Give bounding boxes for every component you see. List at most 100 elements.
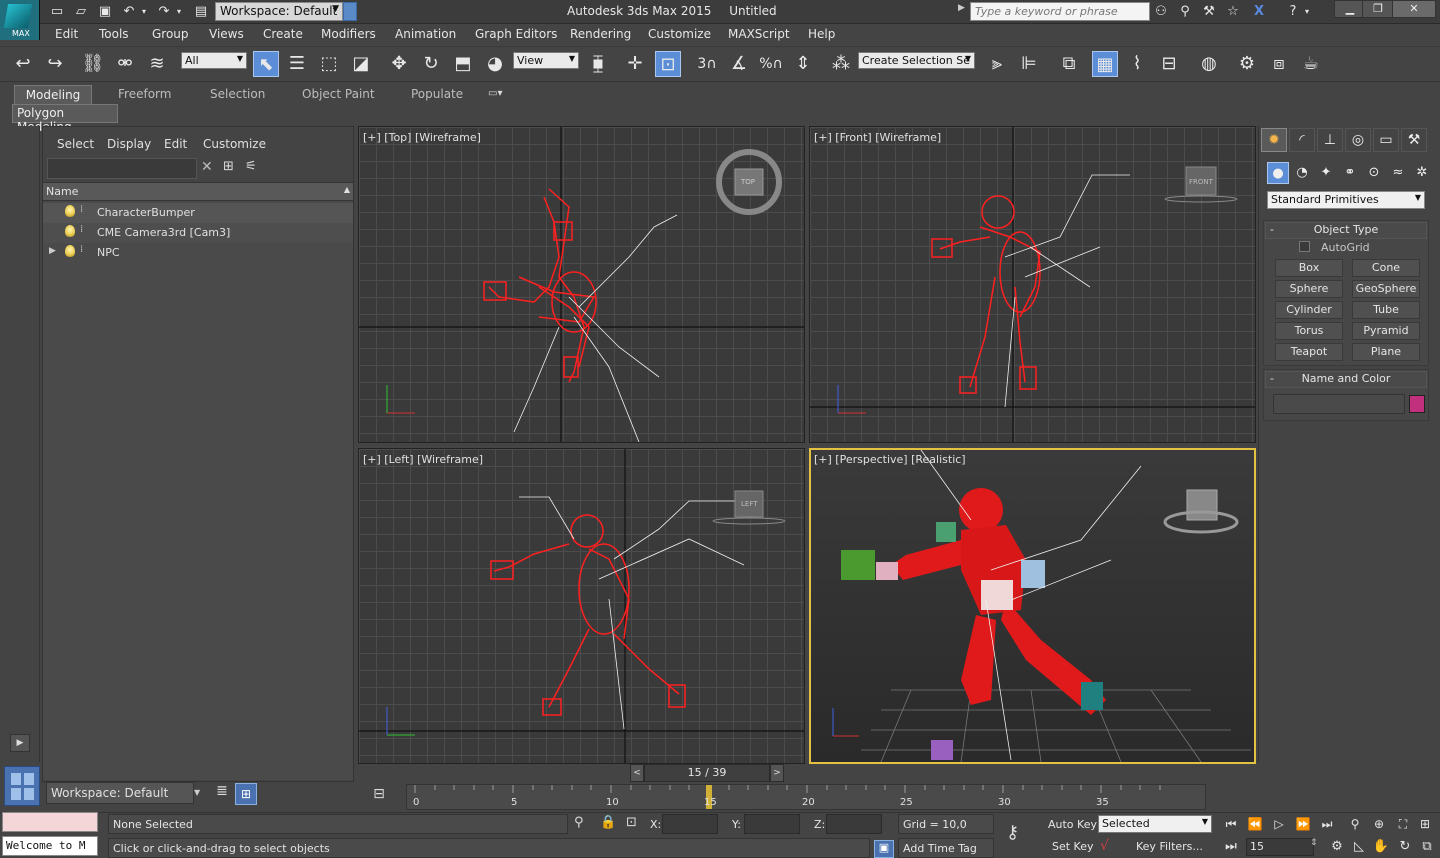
schematic-view-icon[interactable]: ⊟	[1156, 51, 1182, 77]
manipulate-icon[interactable]: ✛	[622, 51, 648, 77]
plane-button[interactable]: Plane	[1352, 343, 1420, 361]
explorer-menu-display[interactable]: Display	[107, 137, 151, 151]
rectangle-region-icon[interactable]: ⬚	[316, 51, 342, 77]
menu-animation[interactable]: Animation	[395, 27, 456, 41]
object-type-rollout-header[interactable]: - Object Type	[1265, 222, 1427, 239]
track-bar[interactable]: 0 5 10 15 20 25 30 35	[406, 784, 1206, 810]
category-dropdown[interactable]: Standard Primitives ▼	[1267, 191, 1425, 209]
explorer-menu-edit[interactable]: Edit	[164, 137, 187, 151]
explorer-menu-select[interactable]: Select	[57, 137, 94, 151]
auto-key-button[interactable]: Auto Key	[1048, 818, 1097, 831]
undo-icon[interactable]: ↶	[120, 3, 138, 21]
communication-icon[interactable]: ⚒	[1200, 3, 1218, 21]
curve-editor-icon[interactable]: ⌇	[1124, 51, 1150, 77]
light-bulb-icon[interactable]	[65, 245, 75, 257]
menu-maxscript[interactable]: MAXScript	[728, 27, 790, 41]
goto-end-icon[interactable]: ⏭	[1316, 815, 1338, 833]
zoom-all-icon[interactable]: ⊕	[1368, 815, 1390, 833]
list-item[interactable]: ⁞ CME Camera3rd [Cam3]	[43, 223, 353, 243]
list-item[interactable]: ▶ ⁞ NPC	[43, 243, 353, 263]
isolate-selection-icon[interactable]: ⚲	[574, 815, 590, 830]
z-coordinate-input[interactable]	[826, 814, 882, 834]
key-filters-button[interactable]: Key Filters...	[1136, 840, 1203, 853]
orbit-icon[interactable]: ↻	[1394, 838, 1416, 856]
next-frame-icon[interactable]: ⏩	[1292, 815, 1314, 833]
torus-button[interactable]: Torus	[1275, 322, 1343, 340]
menu-create[interactable]: Create	[263, 27, 303, 41]
render-teapot-icon[interactable]: ☕	[1298, 51, 1324, 77]
motion-tab-icon[interactable]: ◎	[1345, 128, 1371, 152]
rendered-frame-window-icon[interactable]: ⧈	[1266, 51, 1292, 77]
viewport-label[interactable]: [+] [Left] [Wireframe]	[363, 453, 483, 466]
placement-icon[interactable]: ◕	[482, 51, 508, 77]
systems-icon[interactable]: ✲	[1411, 162, 1433, 184]
viewport-label[interactable]: [+] [Front] [Wireframe]	[814, 131, 941, 144]
freeze-toggle-icon[interactable]: ⁞	[80, 244, 83, 255]
object-color-swatch[interactable]	[1409, 395, 1425, 413]
menu-tools[interactable]: Tools	[99, 27, 129, 41]
expand-triangle-icon[interactable]: ▶	[49, 246, 56, 256]
subscription-icon[interactable]: ⚲	[1176, 3, 1194, 21]
rotate-icon[interactable]: ↻	[418, 51, 444, 77]
quick-access-dropdown[interactable]	[343, 2, 357, 21]
name-color-rollout-header[interactable]: - Name and Color	[1265, 371, 1427, 388]
current-frame-input[interactable]: 15	[1246, 838, 1314, 856]
angle-snap-icon[interactable]: ∡	[726, 51, 752, 77]
keyboard-shortcut-override-icon[interactable]: ⊡	[655, 51, 681, 77]
list-item[interactable]: ⁞ CharacterBumper	[43, 203, 353, 223]
edit-named-selection-icon[interactable]: ⁂	[828, 51, 854, 77]
reference-coord-dropdown[interactable]: View ▼	[513, 52, 579, 69]
maximize-button[interactable]: ❐	[1362, 0, 1394, 18]
mirror-icon[interactable]: ⫸	[984, 51, 1010, 77]
help-icon[interactable]: ?	[1284, 3, 1302, 21]
add-time-tag-button[interactable]: Add Time Tag	[898, 838, 994, 858]
mini-curve-editor-icon[interactable]: ⊟	[366, 786, 392, 808]
lights-icon[interactable]: ✦	[1315, 162, 1337, 184]
previous-frame-icon[interactable]: ⏪	[1244, 815, 1266, 833]
app-menu-button[interactable]: MAX	[0, 0, 40, 40]
space-warps-icon[interactable]: ≈	[1387, 162, 1409, 184]
menu-group[interactable]: Group	[152, 27, 189, 41]
field-of-view-icon[interactable]: ◺	[1348, 838, 1370, 856]
cameras-icon[interactable]: ⚭	[1339, 162, 1361, 184]
redo-icon[interactable]: ↷	[155, 3, 173, 21]
render-setup-icon[interactable]: ⚙	[1234, 51, 1260, 77]
new-file-icon[interactable]: ▭	[48, 3, 66, 21]
cone-button[interactable]: Cone	[1352, 259, 1420, 277]
viewcube-left-face[interactable]: LEFT	[741, 500, 758, 508]
key-mode-toggle-icon[interactable]: ⏭	[1220, 838, 1242, 856]
light-bulb-icon[interactable]	[65, 205, 75, 217]
viewport-label[interactable]: [+] [Perspective] [Realistic]	[814, 453, 966, 466]
ribbon-tab-object-paint[interactable]: Object Paint	[302, 87, 375, 101]
selection-filter-dropdown[interactable]: All ▼	[181, 52, 247, 69]
scene-explorer-toggle-icon[interactable]: ▦	[1092, 51, 1118, 77]
align-icon[interactable]: ⊫	[1016, 51, 1042, 77]
viewport-front[interactable]: [+] [Front] [Wireframe] FRONT	[809, 126, 1256, 443]
viewport-label[interactable]: [+] [Top] [Wireframe]	[363, 131, 481, 144]
freeze-toggle-icon[interactable]: ⁞	[80, 204, 83, 215]
spinner-snap-icon[interactable]: ⇕	[790, 51, 816, 77]
undo-dropdown-icon[interactable]: ▾	[138, 3, 150, 21]
explorer-search-input[interactable]	[47, 158, 197, 179]
goto-start-icon[interactable]: ⏮	[1220, 815, 1242, 833]
hierarchy-tab-icon[interactable]: ⊥	[1317, 128, 1343, 152]
create-tab-icon[interactable]: ✹	[1261, 128, 1287, 152]
time-slider-prev[interactable]: <	[630, 764, 644, 782]
menu-graph-editors[interactable]: Graph Editors	[475, 27, 557, 41]
time-tag-icon[interactable]: ▣	[874, 840, 894, 858]
menu-help[interactable]: Help	[808, 27, 835, 41]
redo-icon[interactable]: ↪	[42, 51, 68, 77]
expand-arrow-icon[interactable]: ▶	[10, 734, 30, 752]
maxscript-listener[interactable]: Welcome to M	[2, 836, 98, 856]
set-key-button[interactable]: Set Key	[1052, 840, 1094, 853]
project-folder-icon[interactable]: ▤	[192, 3, 210, 21]
close-button[interactable]: ✕	[1392, 0, 1436, 18]
menu-customize[interactable]: Customize	[648, 27, 711, 41]
display-tab-icon[interactable]: ▭	[1373, 128, 1399, 152]
pivot-center-icon[interactable]: ⧯	[585, 51, 611, 77]
explorer-workspace-dropdown[interactable]: Workspace: Default	[46, 782, 194, 804]
geosphere-button[interactable]: GeoSphere	[1352, 280, 1420, 298]
utilities-tab-icon[interactable]: ⚒	[1401, 128, 1427, 152]
play-icon[interactable]: ▷	[1268, 815, 1290, 833]
maxscript-listener-pink[interactable]	[2, 812, 98, 832]
